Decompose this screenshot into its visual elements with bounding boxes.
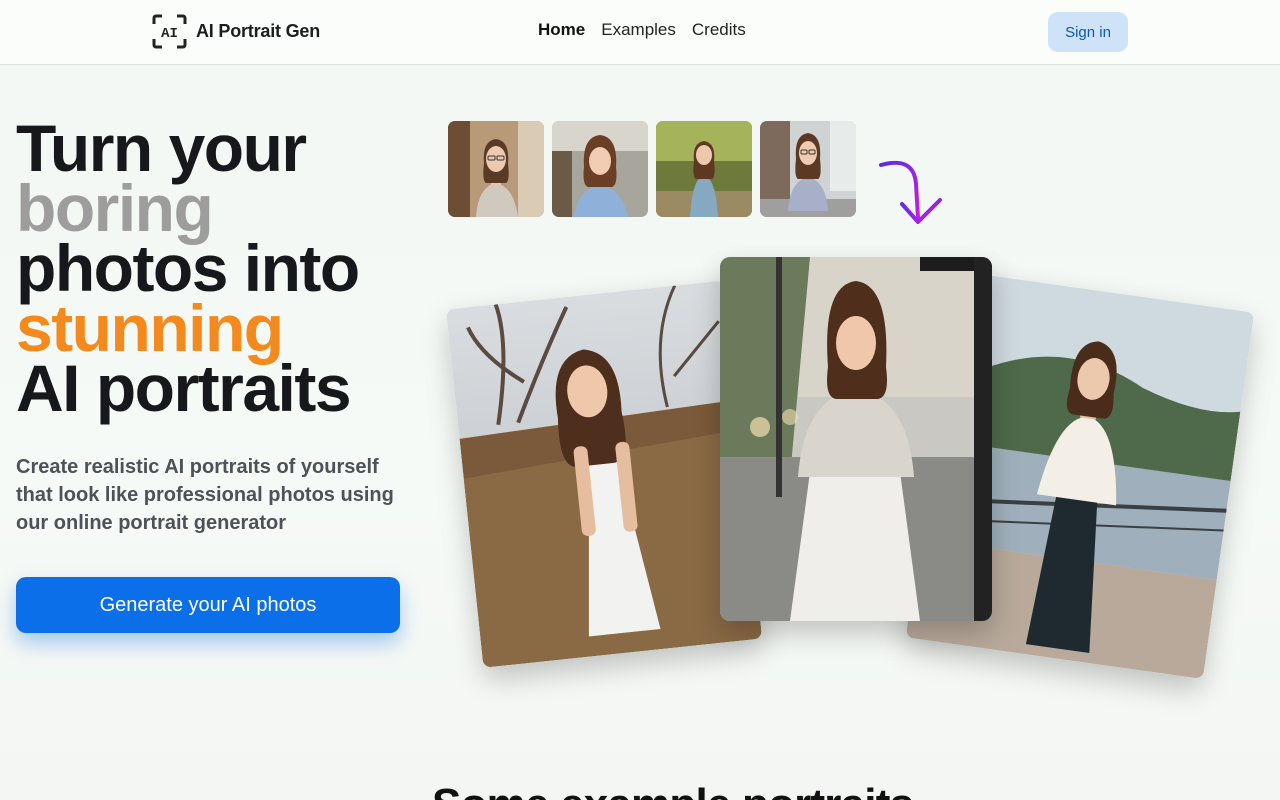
- logo-glyph: AI: [161, 26, 178, 42]
- hero-subtitle: Create realistic AI portraits of yoursel…: [16, 456, 394, 534]
- input-photo-thumbnail: [552, 121, 648, 217]
- portrait-white-dress: [445, 280, 763, 668]
- headline-line-3: photos into: [16, 231, 360, 305]
- main-nav: Home Examples Credits: [538, 20, 746, 40]
- headline-line-4: stunning: [16, 291, 284, 365]
- logo-text: AI Portrait Gen: [196, 21, 321, 41]
- hero-headline: Turn your boring photos into stunning AI…: [16, 111, 416, 425]
- nav-credits[interactable]: Credits: [692, 20, 746, 40]
- curved-arrow-icon: [878, 156, 948, 228]
- nav-home[interactable]: Home: [538, 20, 585, 40]
- headline-line-1: Turn your: [16, 111, 307, 185]
- headline-line-5: AI portraits: [16, 351, 352, 425]
- headline-line-2: boring: [16, 171, 214, 245]
- generate-photos-button[interactable]: Generate your AI photos: [16, 577, 400, 633]
- sign-in-button[interactable]: Sign in: [1048, 12, 1128, 52]
- input-photo-thumbnail: [760, 121, 856, 217]
- example-portraits-heading: Some example portraits: [432, 780, 914, 800]
- portrait-street-crop-top: [720, 257, 992, 621]
- ai-scan-frame-icon: AI: [152, 14, 187, 49]
- input-photo-thumbnail: [448, 121, 544, 217]
- site-header: AI AI Portrait Gen Home Examples Credits…: [0, 0, 1280, 65]
- input-photo-thumbnail: [656, 121, 752, 217]
- nav-examples[interactable]: Examples: [601, 20, 676, 40]
- logo[interactable]: AI AI Portrait Gen: [152, 14, 320, 49]
- input-photo-thumbnails: [448, 121, 856, 217]
